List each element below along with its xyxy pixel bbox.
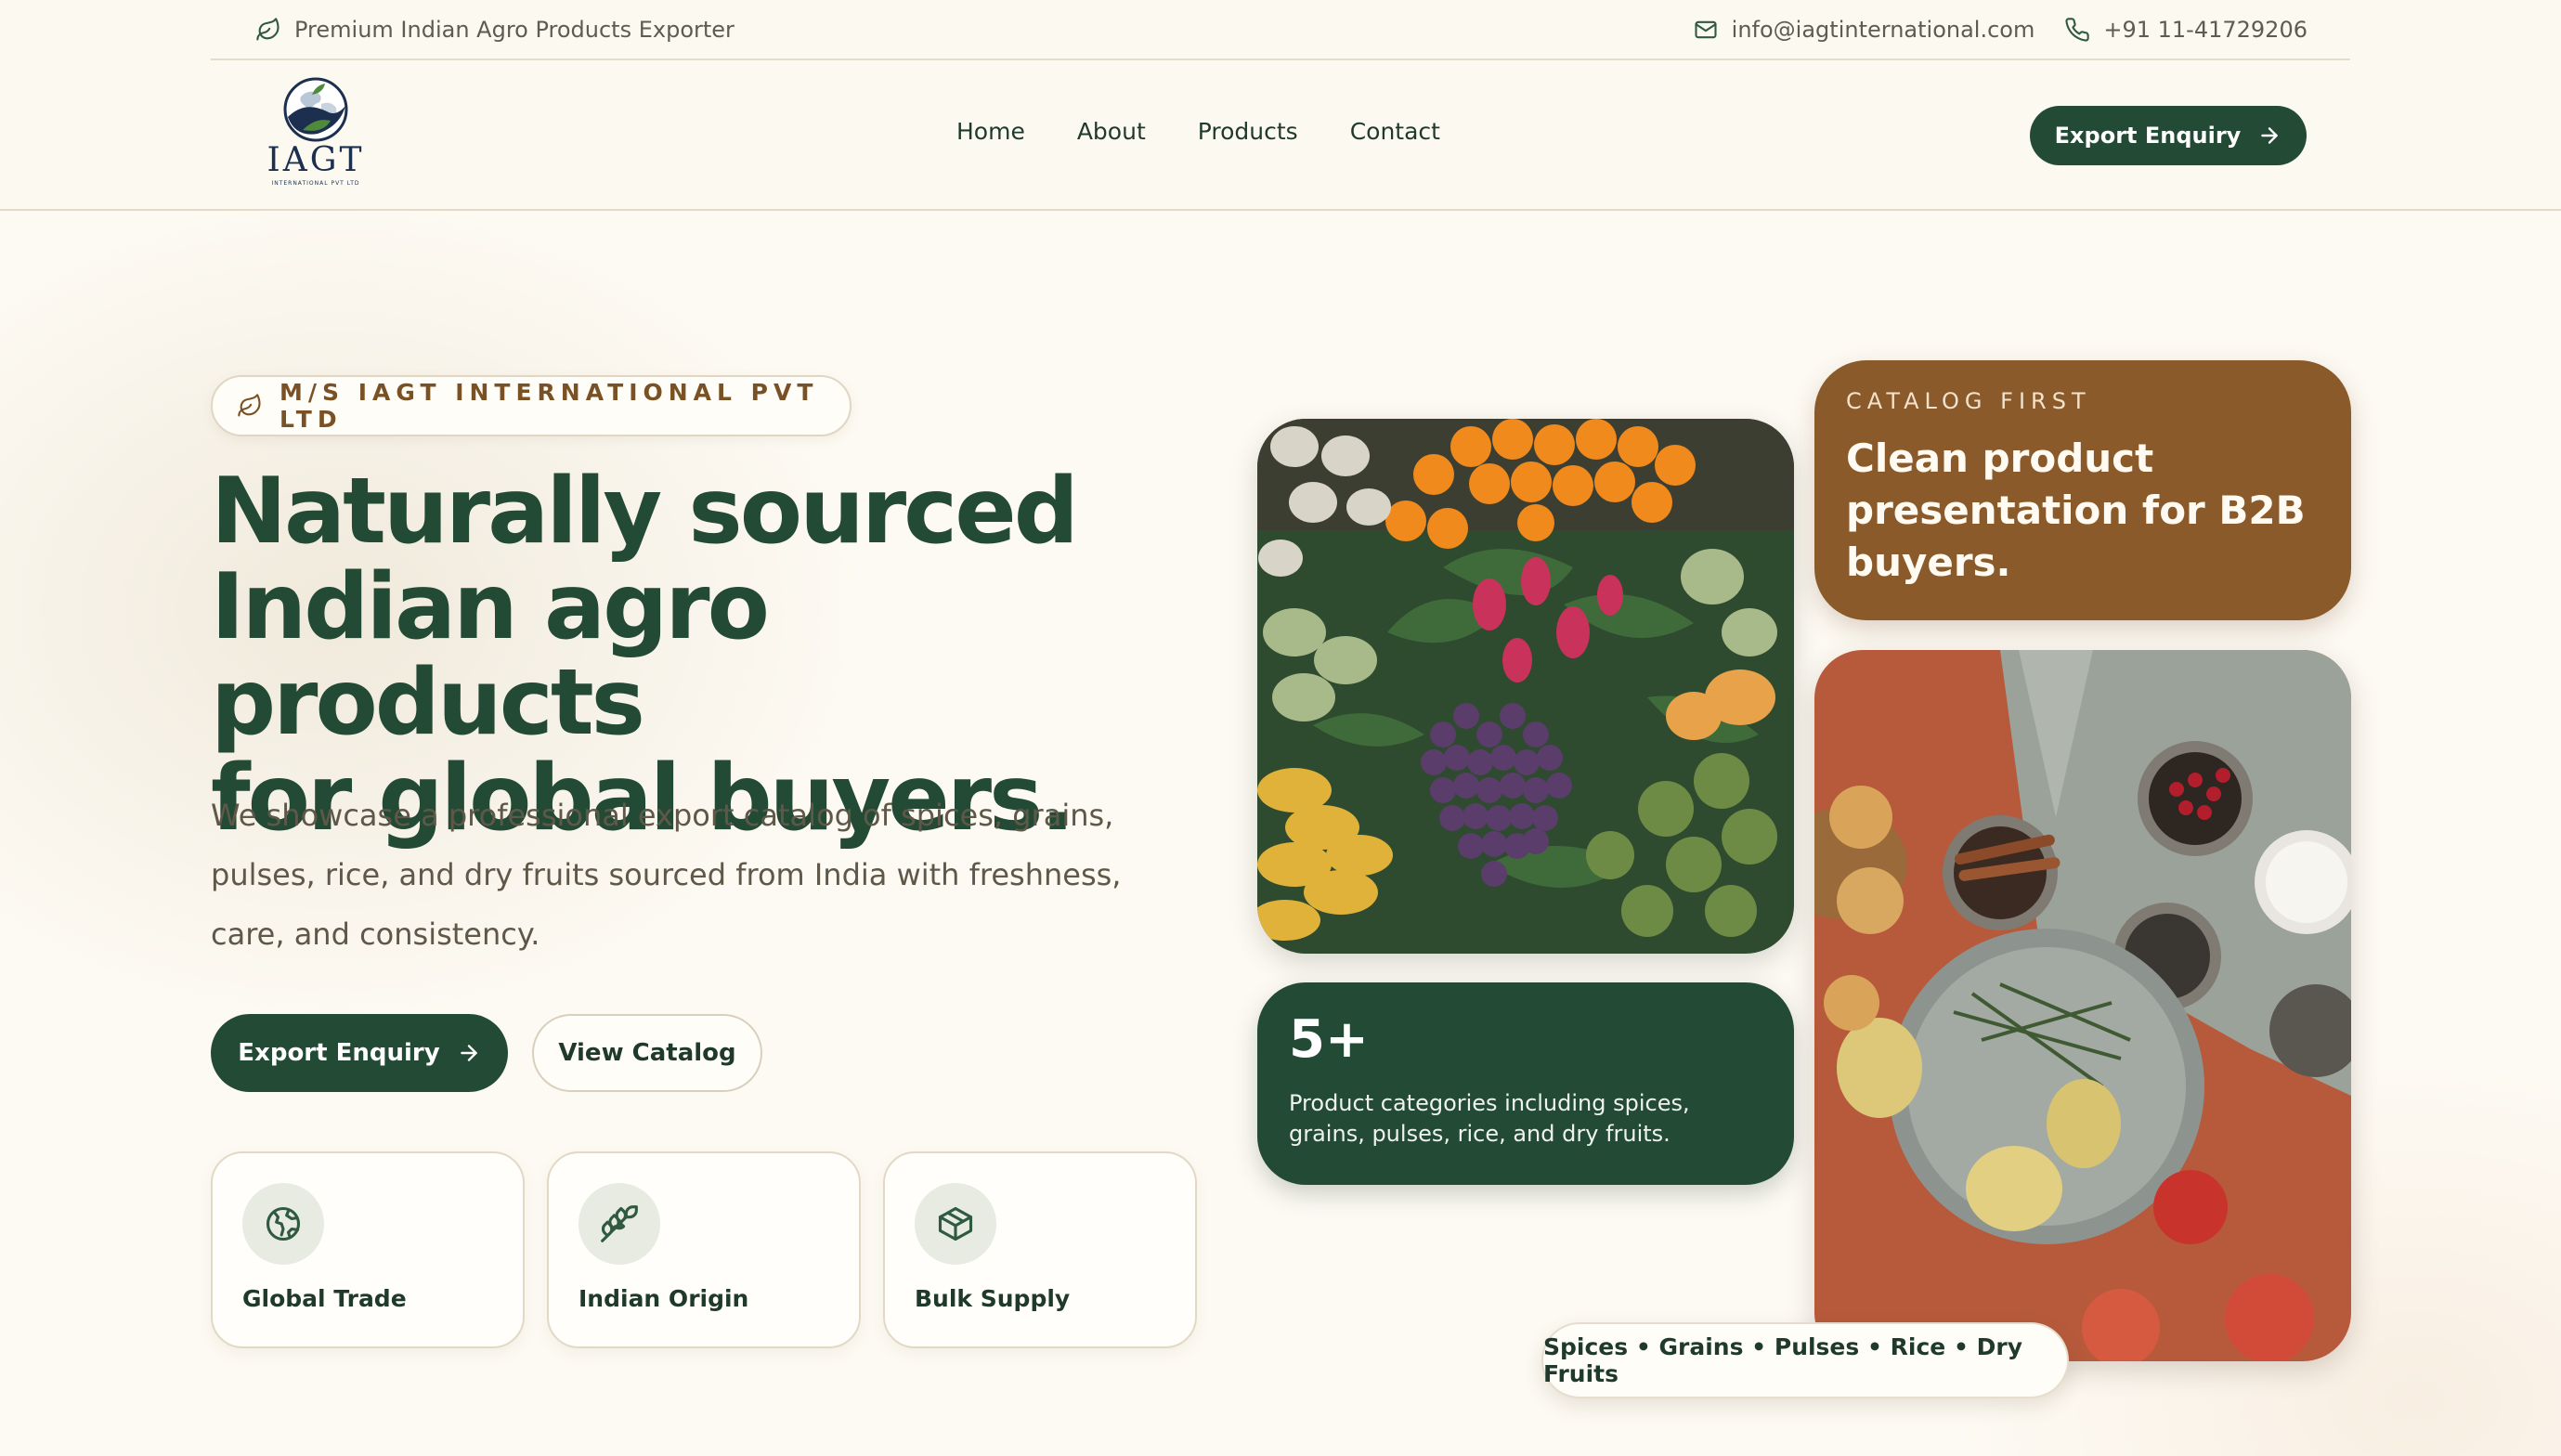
product-categories-pill: Spices • Grains • Pulses • Rice • Dry Fr… — [1541, 1322, 2069, 1398]
leaf-icon — [237, 393, 263, 419]
view-catalog-button[interactable]: View Catalog — [532, 1014, 762, 1092]
feature-cards: Global Trade Indian Origin Bulk Supply — [211, 1151, 1197, 1348]
catalog-first-card: CATALOG FIRST Clean product presentation… — [1814, 360, 2351, 620]
feature-label: Bulk Supply — [915, 1285, 1071, 1312]
arrow-right-icon — [2257, 124, 2282, 148]
feature-label: Indian Origin — [578, 1285, 749, 1312]
hero-title-line-1: Naturally sourced — [211, 459, 1079, 565]
stat-description: Product categories including spices, gra… — [1289, 1090, 1690, 1147]
nav-contact[interactable]: Contact — [1350, 113, 1440, 150]
hero-actions: Export Enquiry View Catalog — [211, 1014, 762, 1092]
hero-description: We showcase a professional export catalo… — [211, 798, 1122, 952]
feature-card-global-trade: Global Trade — [211, 1151, 525, 1348]
main-nav: Home About Products Contact — [956, 113, 1440, 150]
catalog-card-title: Clean product presentation for B2B buyer… — [1846, 436, 2306, 585]
header-export-enquiry-button[interactable]: Export Enquiry — [2030, 106, 2307, 165]
tagline-text: Premium Indian Agro Products Exporter — [294, 16, 734, 43]
spices-table-image — [1814, 650, 2351, 1361]
logo-wordmark: IAGT — [266, 141, 365, 179]
company-logo[interactable]: IAGT INTERNATIONAL PVT LTD — [251, 76, 381, 197]
nav-home[interactable]: Home — [956, 113, 1025, 150]
email-link[interactable]: info@iagtinternational.com — [1693, 16, 2035, 43]
package-icon — [915, 1183, 996, 1265]
phone-icon — [2064, 17, 2090, 43]
company-badge: M/S IAGT INTERNATIONAL PVT LTD — [211, 375, 852, 436]
phone-text: +91 11-41729206 — [2103, 16, 2308, 43]
feature-card-indian-origin: Indian Origin — [547, 1151, 861, 1348]
company-badge-text: M/S IAGT INTERNATIONAL PVT LTD — [280, 379, 819, 433]
leaf-icon — [255, 17, 281, 43]
wheat-icon — [578, 1183, 660, 1265]
product-categories-stat-card: 5+ Product categories including spices, … — [1257, 982, 1794, 1185]
logo-subtitle: INTERNATIONAL PVT LTD — [271, 180, 360, 187]
feature-card-bulk-supply: Bulk Supply — [883, 1151, 1197, 1348]
feature-label: Global Trade — [242, 1285, 407, 1312]
mail-icon — [1693, 17, 1719, 43]
top-info-bar: Premium Indian Agro Products Exporter in… — [211, 0, 2350, 60]
site-header: IAGT INTERNATIONAL PVT LTD Home About Pr… — [0, 61, 2561, 211]
stat-number: 5+ — [1289, 1009, 1369, 1070]
arrow-right-icon — [457, 1041, 481, 1065]
hero-title-line-2: Indian agro products — [211, 554, 770, 756]
fruits-market-image — [1257, 419, 1794, 954]
hero-cta-label: Export Enquiry — [238, 1039, 440, 1067]
tagline: Premium Indian Agro Products Exporter — [255, 17, 734, 43]
nav-about[interactable]: About — [1077, 113, 1146, 150]
email-text: info@iagtinternational.com — [1731, 16, 2035, 43]
nav-products[interactable]: Products — [1198, 113, 1298, 150]
globe-icon — [242, 1183, 324, 1265]
catalog-eyebrow: CATALOG FIRST — [1846, 388, 2091, 414]
globe-logo-icon — [283, 77, 348, 142]
phone-link[interactable]: +91 11-41729206 — [2064, 17, 2308, 43]
hero-export-enquiry-button[interactable]: Export Enquiry — [211, 1014, 508, 1092]
header-cta-label: Export Enquiry — [2054, 123, 2242, 149]
